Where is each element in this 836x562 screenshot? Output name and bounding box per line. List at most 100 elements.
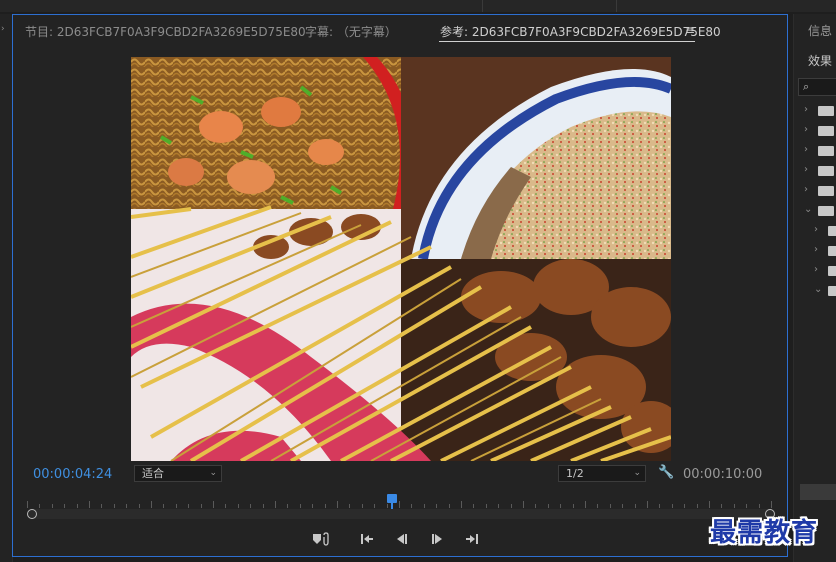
ruler-tick: [436, 504, 437, 508]
hamburger-menu-icon[interactable]: ≡: [685, 23, 695, 37]
ruler-tick: [709, 501, 710, 508]
ruler-tick: [139, 504, 140, 508]
panel-scrollbar[interactable]: [800, 484, 836, 500]
chevron-down-icon: ⌄: [633, 468, 641, 478]
ruler-tick: [275, 501, 276, 508]
ruler-tick: [27, 501, 28, 508]
ruler-tick: [622, 504, 623, 508]
time-ruler[interactable]: [27, 496, 772, 508]
folder-icon: [818, 126, 834, 136]
chevron-down-icon: ⌄: [209, 468, 217, 478]
ruler-tick: [250, 504, 251, 508]
effects-search-input[interactable]: ⌕: [798, 78, 836, 96]
ruler-tick: [64, 504, 65, 508]
insert-marker-button[interactable]: [311, 531, 333, 547]
ruler-tick: [89, 501, 90, 508]
ruler-tick: [151, 501, 152, 508]
folder-icon: [818, 206, 834, 216]
ruler-tick: [684, 504, 685, 508]
ruler-tick: [734, 504, 735, 508]
playback-resolution-select[interactable]: 1/2 ⌄: [558, 465, 646, 482]
zoom-scrollbar[interactable]: [31, 509, 771, 519]
ruler-tick: [39, 504, 40, 508]
ruler-tick: [548, 504, 549, 508]
ruler-tick: [411, 504, 412, 508]
ruler-tick: [163, 504, 164, 508]
video-preview: [131, 57, 671, 461]
ruler-tick: [535, 504, 536, 508]
ruler-tick: [573, 504, 574, 508]
ruler-tick: [263, 504, 264, 508]
zoom-scrollbar-left-handle[interactable]: [27, 509, 37, 519]
ruler-tick: [597, 504, 598, 508]
ruler-tick: [225, 504, 226, 508]
ruler-tick: [449, 504, 450, 508]
folder-icon: [818, 106, 834, 116]
food-collage-image: [131, 57, 671, 461]
ruler-tick: [126, 504, 127, 508]
ruler-tick: [238, 504, 239, 508]
folder-icon: [818, 146, 834, 156]
ruler-tick: [746, 504, 747, 508]
ruler-tick: [560, 504, 561, 508]
folder-icon: [828, 286, 836, 296]
zoom-level-value: 适合: [142, 467, 164, 480]
ruler-tick: [647, 501, 648, 508]
go-to-out-button[interactable]: [463, 531, 481, 547]
ruler-tick: [585, 501, 586, 508]
ruler-tick: [399, 501, 400, 508]
ruler-tick: [349, 504, 350, 508]
panel-divider: [616, 0, 618, 12]
ruler-tick: [337, 501, 338, 508]
watermark-text: 最需教育: [710, 518, 819, 548]
folder-icon: [828, 246, 836, 256]
ruler-tick: [424, 504, 425, 508]
ruler-tick: [635, 504, 636, 508]
ruler-tick: [287, 504, 288, 508]
step-back-icon: [397, 534, 407, 544]
playback-resolution-value: 1/2: [566, 467, 584, 480]
ruler-tick: [659, 504, 660, 508]
current-timecode[interactable]: 00:00:04:24: [33, 467, 112, 482]
folder-icon: [828, 266, 836, 276]
folder-icon: [818, 186, 834, 196]
ruler-tick: [461, 501, 462, 508]
step-forward-button[interactable]: [428, 531, 446, 547]
ruler-tick: [387, 504, 388, 508]
ruler-tick: [610, 504, 611, 508]
ruler-tick: [114, 504, 115, 508]
tab-reference[interactable]: 参考: 2D63FCB7F0A3F9CBD2FA3269E5D75E80: [440, 23, 721, 40]
playhead-handle[interactable]: [386, 494, 397, 503]
ruler-tick: [77, 504, 78, 508]
go-to-in-button[interactable]: [358, 531, 376, 547]
ruler-tick: [300, 504, 301, 508]
go-to-out-icon: [466, 534, 478, 544]
ruler-tick: [523, 501, 524, 508]
ruler-tick: [176, 504, 177, 508]
ruler-tick: [771, 501, 772, 508]
chevron-right-icon[interactable]: ›: [1, 24, 5, 34]
step-back-button[interactable]: [393, 531, 411, 547]
wrench-icon[interactable]: 🔧: [658, 465, 674, 480]
folder-icon: [818, 166, 834, 176]
insert-marker-icon: [313, 532, 329, 546]
tab-program[interactable]: 节目: 2D63FCB7F0A3F9CBD2FA3269E5D75E80: [25, 23, 306, 40]
zoom-level-select[interactable]: 适合 ⌄: [134, 465, 222, 482]
ruler-tick: [511, 504, 512, 508]
ruler-tick: [374, 504, 375, 508]
effects-panel: 信息 效果 ⌕ › › › › › ⌄ › › › ⌄: [793, 14, 836, 562]
ruler-tick: [325, 504, 326, 508]
program-monitor-panel: 节目: 2D63FCB7F0A3F9CBD2FA3269E5D75E80 字幕:…: [12, 14, 788, 557]
folder-icon: [828, 226, 836, 236]
ruler-tick: [213, 501, 214, 508]
ruler-tick: [721, 504, 722, 508]
ruler-tick: [672, 504, 673, 508]
tab-info[interactable]: 信息: [808, 22, 832, 39]
ruler-tick: [188, 504, 189, 508]
ruler-tick: [52, 504, 53, 508]
tab-effects[interactable]: 效果: [808, 52, 832, 69]
ruler-tick: [486, 504, 487, 508]
ruler-tick: [697, 504, 698, 508]
search-icon: ⌕: [803, 80, 810, 93]
tab-captions[interactable]: 字幕: （无字幕）: [305, 23, 397, 40]
